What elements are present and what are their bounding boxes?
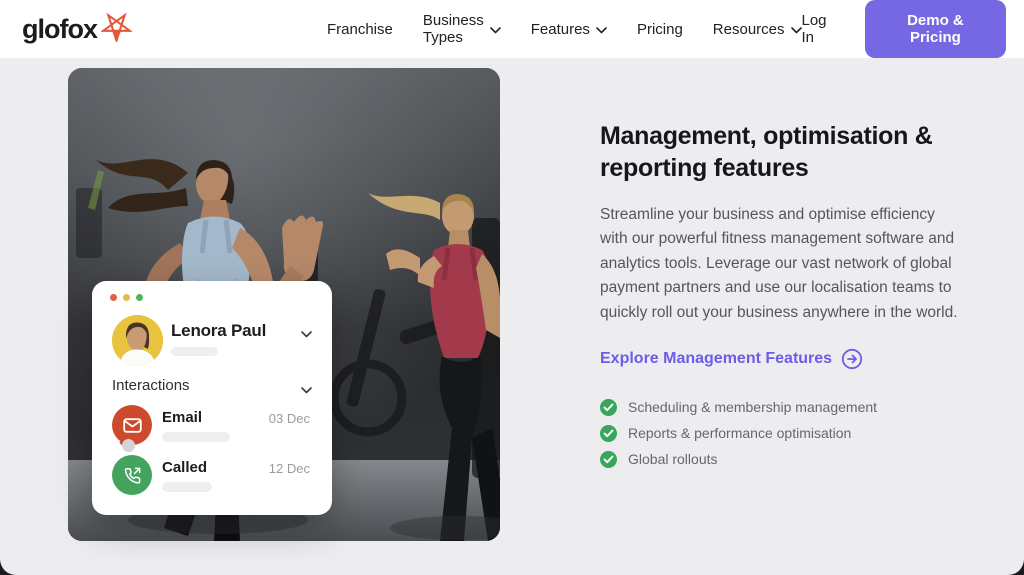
feature-label: Global rollouts <box>628 451 718 468</box>
nav-label: Resources <box>712 20 785 38</box>
page-title: Management, optimisation & reporting fea… <box>600 122 933 182</box>
phone-outgoing-icon <box>112 455 152 495</box>
check-circle-icon <box>600 398 617 416</box>
interactions-section-label: Interactions <box>112 377 190 394</box>
interaction-date: 12 Dec <box>268 461 310 476</box>
main-nav: Franchise Business Types Features Pricin… <box>327 12 802 46</box>
login-link[interactable]: Log In <box>802 12 835 46</box>
nav-item-features[interactable]: Features <box>531 21 607 38</box>
window-controls <box>110 294 143 301</box>
chevron-down-icon[interactable] <box>301 381 312 399</box>
email-icon <box>112 405 152 445</box>
chevron-down-icon <box>790 21 802 38</box>
explore-link-label: Explore Management Features <box>600 350 833 368</box>
interaction-date: 03 Dec <box>268 411 310 426</box>
feature-checklist: Scheduling & membership management Repor… <box>600 394 980 472</box>
explore-management-features-link[interactable]: Explore Management Features <box>600 348 980 370</box>
skeleton-line <box>162 432 230 442</box>
nav-item-resources[interactable]: Resources <box>713 21 802 38</box>
check-circle-icon <box>600 450 617 468</box>
fox-logo-icon <box>99 11 134 47</box>
nav-label: Pricing <box>636 20 683 38</box>
skeleton-line <box>171 347 218 356</box>
hero-paragraph: Streamline your business and optimise ef… <box>600 206 958 321</box>
nav-label: Franchise <box>327 20 393 38</box>
demo-pricing-button[interactable]: Demo & Pricing <box>864 0 1006 58</box>
nav-item-pricing[interactable]: Pricing <box>637 21 683 38</box>
top-navigation-bar: glofox Franchise Business Types Features… <box>0 0 1024 58</box>
chevron-down-icon <box>489 21 501 38</box>
interaction-type: Called <box>162 459 208 476</box>
logo-text: glofox <box>22 13 98 44</box>
skeleton-line <box>162 482 212 492</box>
nav-item-franchise[interactable]: Franchise <box>327 21 393 38</box>
status-dot <box>122 439 135 452</box>
arrow-right-circle-icon <box>841 348 863 370</box>
hero-section: Lenora Paul Interactions Email 03 Dec Ca… <box>0 58 1024 575</box>
check-circle-icon <box>600 424 617 442</box>
avatar <box>112 315 163 366</box>
window-close-dot <box>110 294 117 301</box>
hero-copy: Management, optimisation & reporting fea… <box>600 120 980 472</box>
glofox-logo[interactable]: glofox <box>22 11 134 47</box>
list-item: Reports & performance optimisation <box>600 420 980 446</box>
chevron-down-icon <box>596 21 607 38</box>
contact-name: Lenora Paul <box>171 321 267 340</box>
list-item: Global rollouts <box>600 446 980 472</box>
feature-label: Reports & performance optimisation <box>628 425 852 442</box>
nav-label: Features <box>530 20 590 38</box>
chevron-down-icon[interactable] <box>301 325 312 343</box>
list-item: Scheduling & membership management <box>600 394 980 420</box>
window-minimize-dot <box>123 294 130 301</box>
nav-item-business-types[interactable]: Business Types <box>423 12 501 46</box>
window-zoom-dot <box>136 294 143 301</box>
feature-label: Scheduling & membership management <box>628 399 878 416</box>
interaction-type: Email <box>162 409 203 426</box>
contact-card: Lenora Paul Interactions Email 03 Dec Ca… <box>92 281 332 515</box>
nav-label: Business Types <box>422 12 484 46</box>
